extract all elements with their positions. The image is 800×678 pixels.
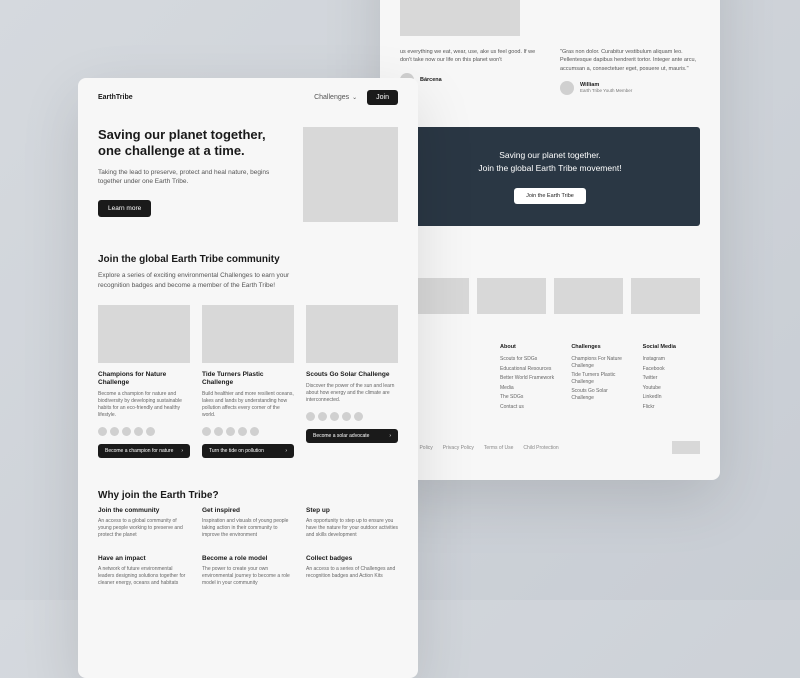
footer-bottom-link[interactable]: Child Protection bbox=[523, 445, 558, 451]
footer-link[interactable]: Flickr bbox=[643, 404, 700, 411]
feature: Collect badgesAn access to a series of C… bbox=[306, 555, 398, 587]
footer-link[interactable]: Champions For Nature Challenge bbox=[571, 356, 628, 369]
chevron-right-icon: › bbox=[181, 448, 183, 454]
card-cta-button[interactable]: Become a champion for nature› bbox=[98, 444, 190, 458]
card-cta-button[interactable]: Become a solar advocate› bbox=[306, 429, 398, 443]
card-image bbox=[202, 305, 294, 363]
footer-link[interactable]: Scouts Go Solar Challenge bbox=[571, 388, 628, 401]
feature: Become a role modelThe power to create y… bbox=[202, 555, 294, 587]
footer-link[interactable]: Twitter bbox=[643, 375, 700, 382]
why-title: Why join the Earth Tribe? bbox=[98, 490, 398, 501]
footer-link[interactable]: Tide Turners Plastic Challenge bbox=[571, 372, 628, 385]
footer-link[interactable]: Facebook bbox=[643, 366, 700, 373]
cta-join-button[interactable]: Join the Earth Tribe bbox=[514, 188, 586, 204]
feature: Get inspiredInspiration and visuals of y… bbox=[202, 507, 294, 539]
footer-link[interactable]: Better World Framework bbox=[500, 375, 557, 382]
chevron-down-icon: ⌄ bbox=[352, 94, 357, 101]
footer-bottom-link[interactable]: Privacy Policy bbox=[443, 445, 474, 451]
footer-col-about: About Scouts for SDGs Educational Resour… bbox=[500, 344, 557, 413]
card-image bbox=[306, 305, 398, 363]
footer-link[interactable]: Educational Resources bbox=[500, 366, 557, 373]
card-image bbox=[98, 305, 190, 363]
hero-title: Saving our planet together, one challeng… bbox=[98, 127, 285, 160]
partner-logo bbox=[477, 278, 546, 314]
nav-challenges[interactable]: Challenges⌄ bbox=[314, 94, 357, 101]
chevron-right-icon: › bbox=[389, 433, 391, 439]
join-button[interactable]: Join bbox=[367, 90, 398, 105]
feature: Have an impactA network of future enviro… bbox=[98, 555, 190, 587]
feature: Step upAn opportunity to step up to ensu… bbox=[306, 507, 398, 539]
footer-link[interactable]: Contact us bbox=[500, 404, 557, 411]
partner-logo bbox=[631, 278, 700, 314]
brand-logo[interactable]: EarthTribe bbox=[98, 94, 133, 101]
community-desc: Explore a series of exciting environment… bbox=[98, 271, 298, 291]
footer-link[interactable]: Youtube bbox=[643, 385, 700, 392]
footer-link[interactable]: Instagram bbox=[643, 356, 700, 363]
feature: Join the communityAn access to a global … bbox=[98, 507, 190, 539]
chevron-right-icon: › bbox=[285, 448, 287, 454]
testimonial: us everything we eat, wear, use, ake us … bbox=[400, 48, 540, 95]
footer-link[interactable]: The SDGs bbox=[500, 394, 557, 401]
footer-link[interactable]: Scouts for SDGs bbox=[500, 356, 557, 363]
footer-link[interactable]: Media bbox=[500, 385, 557, 392]
footer-badge bbox=[672, 441, 700, 454]
partner-logo bbox=[554, 278, 623, 314]
card-cta-button[interactable]: Turn the tide on pollution› bbox=[202, 444, 294, 458]
footer-bottom-link[interactable]: Terms of Use bbox=[484, 445, 513, 451]
challenge-card: Champions for Nature Challenge Become a … bbox=[98, 305, 190, 459]
hero-image bbox=[303, 127, 398, 222]
footer-col-challenges: Challenges Champions For Nature Challeng… bbox=[571, 344, 628, 413]
hero-subtitle: Taking the lead to preserve, protect and… bbox=[98, 168, 285, 188]
partners-title: rs bbox=[400, 256, 700, 266]
challenge-card: Scouts Go Solar Challenge Discover the p… bbox=[306, 305, 398, 459]
navbar: EarthTribe Challenges⌄ Join bbox=[78, 78, 418, 117]
community-title: Join the global Earth Tribe community bbox=[98, 254, 398, 265]
footer-link[interactable]: LinkedIn bbox=[643, 394, 700, 401]
challenge-card: Tide Turners Plastic Challenge Build hea… bbox=[202, 305, 294, 459]
cta-banner: Saving our planet together.Join the glob… bbox=[400, 127, 700, 227]
learn-more-button[interactable]: Learn more bbox=[98, 200, 151, 217]
footer-col-social: Social Media Instagram Facebook Twitter … bbox=[643, 344, 700, 413]
testimonial: "Gras non dolor. Curabitur vestibulum al… bbox=[560, 48, 700, 95]
